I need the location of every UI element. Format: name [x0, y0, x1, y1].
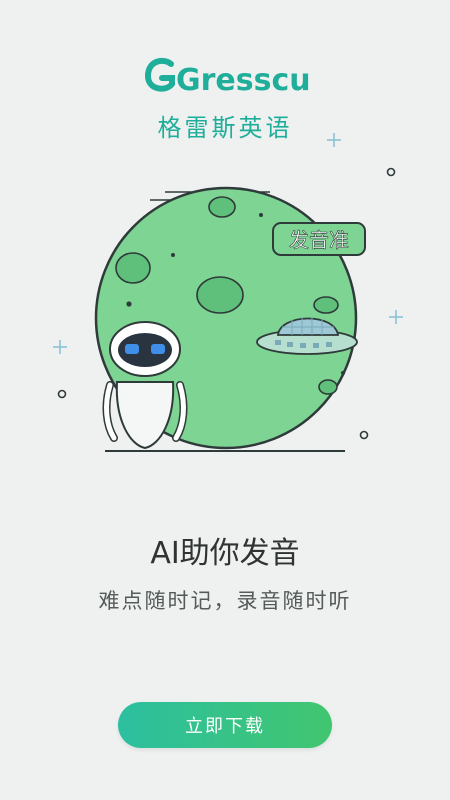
logo-wordmark: Gresscup: [176, 63, 310, 98]
download-button[interactable]: 立即下载: [118, 702, 332, 748]
app-logo: Gresscup: [0, 52, 450, 102]
badge-text: 发音准: [289, 228, 349, 252]
subheadline: 难点随时记，录音随时听: [98, 589, 352, 613]
headline: AI助你发音: [150, 536, 300, 571]
gresscup-logo: Gresscup: [144, 57, 310, 98]
pronunciation-badge: 发音准: [272, 222, 366, 256]
hero-illustration: 发音准: [53, 133, 403, 452]
